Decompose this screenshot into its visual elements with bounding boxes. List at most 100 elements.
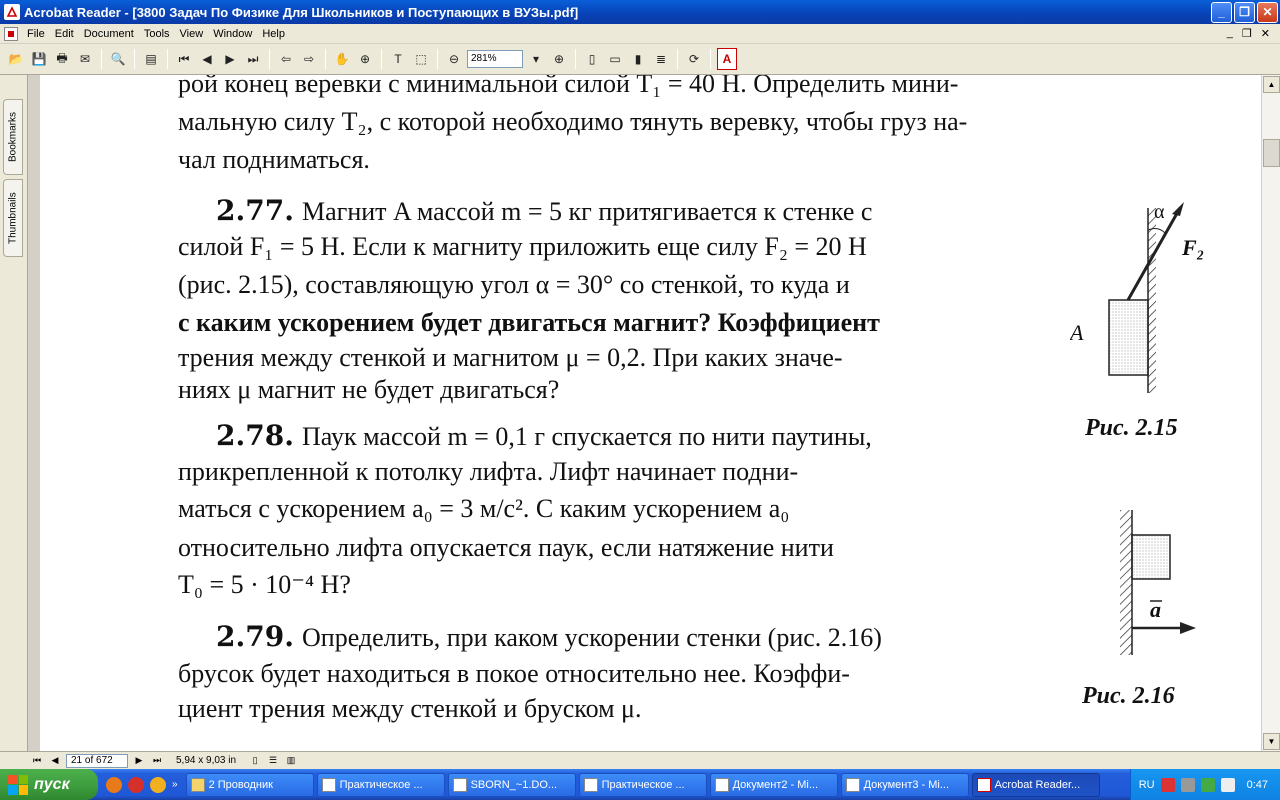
print-icon[interactable]: 🖶 [52, 49, 72, 69]
minimize-button[interactable]: _ [1211, 1, 1232, 23]
menu-tools[interactable]: Tools [139, 24, 175, 44]
document-icon[interactable] [4, 26, 18, 41]
fit-page-icon[interactable]: ▭ [605, 49, 625, 69]
single-page-icon[interactable]: ▯ [248, 754, 262, 768]
start-label: пуск [34, 775, 70, 793]
doc-restore-icon[interactable]: ❐ [1242, 27, 1252, 40]
text-line: Определить, при каком ускорении стенки (… [302, 623, 882, 652]
scroll-up-icon[interactable]: ▲ [1263, 76, 1280, 93]
acrobat-icon [976, 777, 991, 792]
task-acrobat[interactable]: Acrobat Reader... [971, 772, 1100, 797]
previous-page-icon[interactable]: ◀ [197, 49, 217, 69]
next-page-icon[interactable]: ▶ [132, 754, 146, 768]
doc-close-icon[interactable]: ✕ [1261, 27, 1270, 40]
word-icon [845, 777, 860, 792]
email-icon[interactable]: ✉ [75, 49, 95, 69]
word-icon [452, 777, 467, 792]
word-icon [583, 777, 598, 792]
toolbar-separator [710, 49, 711, 69]
restore-button[interactable]: ❐ [1234, 1, 1255, 23]
problem-number: 2.78. [216, 419, 294, 452]
task-explorer[interactable]: 2 Проводник [185, 772, 314, 797]
tray-icon[interactable] [1200, 777, 1215, 792]
menu-window[interactable]: Window [208, 24, 257, 44]
show-navigation-pane-icon[interactable]: ▤ [141, 49, 161, 69]
menu-view[interactable]: View [175, 24, 209, 44]
magnet-block [1108, 299, 1149, 376]
continuous-icon[interactable]: ☰ [266, 754, 280, 768]
language-indicator[interactable]: RU [1139, 779, 1155, 791]
vertical-scrollbar[interactable]: ▲ ▼ [1261, 75, 1280, 751]
task-word-1[interactable]: Практическое ... [316, 772, 445, 797]
last-page-icon[interactable]: ⏭ [243, 49, 263, 69]
text-line: чал подниматься. [178, 145, 370, 174]
zoom-in-tool-icon[interactable]: ⊕ [355, 49, 375, 69]
zoom-dropdown-icon[interactable]: ▾ [526, 49, 546, 69]
label-f2: F₂ [1181, 235, 1204, 260]
thumbnails-tab[interactable]: Thumbnails [3, 179, 23, 257]
next-page-icon[interactable]: ▶ [220, 49, 240, 69]
text-line: Паук массой m = 0,1 г спускается по нити… [302, 422, 872, 451]
firefox-icon[interactable] [106, 776, 122, 793]
scroll-down-icon[interactable]: ▼ [1263, 733, 1280, 750]
text-line: Магнит A массой m = 5 кг притягивается к… [302, 197, 873, 226]
menu-file[interactable]: File [22, 24, 50, 44]
zoom-level-field[interactable]: 281% [467, 50, 523, 68]
previous-page-icon[interactable]: ◀ [48, 754, 62, 768]
menu-document[interactable]: Document [79, 24, 139, 44]
menu-edit[interactable]: Edit [50, 24, 79, 44]
volume-icon[interactable] [1220, 777, 1235, 792]
rotate-view-icon[interactable]: ⟳ [684, 49, 704, 69]
text-line: мальную силу T₂, с которой необходимо тя… [178, 107, 968, 136]
text-line: относительно лифта опускается паук, если… [178, 533, 834, 562]
first-page-icon[interactable]: ⏮ [30, 754, 44, 768]
document-window-controls: _ ❐ ✕ [1227, 27, 1280, 40]
previous-view-icon[interactable]: ⇦ [276, 49, 296, 69]
tray-icon[interactable] [1180, 777, 1195, 792]
next-view-icon[interactable]: ⇨ [299, 49, 319, 69]
snapshot-tool-icon[interactable]: ⬚ [411, 49, 431, 69]
tray-icon[interactable] [1160, 777, 1175, 792]
last-page-icon[interactable]: ⏭ [150, 754, 164, 768]
zoom-in-icon[interactable]: ⊕ [549, 49, 569, 69]
text-line: ниях μ магнит не будет двигаться? [178, 375, 560, 404]
close-button[interactable]: ✕ [1257, 1, 1278, 23]
doc-minimize-icon[interactable]: _ [1227, 27, 1233, 40]
media-icon[interactable] [150, 776, 166, 793]
task-word-5[interactable]: Документ3 - Mi... [840, 772, 969, 797]
task-word-2[interactable]: SBORN_~1.DO... [447, 772, 576, 797]
menu-bar: File Edit Document Tools View Window Hel… [0, 24, 1280, 44]
hand-tool-icon[interactable]: ✋ [332, 49, 352, 69]
task-word-3[interactable]: Практическое ... [578, 772, 707, 797]
text-line: маться с ускорением a₀ = 3 м/с². С каким… [178, 494, 790, 523]
page-number-field[interactable]: 21 of 672 [66, 753, 128, 768]
zoom-out-icon[interactable]: ⊖ [444, 49, 464, 69]
save-icon[interactable]: 💾 [29, 49, 49, 69]
scroll-thumb[interactable] [1263, 139, 1280, 167]
toolbar-separator [101, 49, 102, 69]
first-page-icon[interactable]: ⏮ [174, 49, 194, 69]
text-line: рой конец веревки с минимальной силой T₁… [178, 75, 959, 98]
actual-size-icon[interactable]: ▯ [582, 49, 602, 69]
problem-number: 2.79. [216, 620, 294, 653]
word-icon [714, 777, 729, 792]
continuous-facing-icon[interactable]: ▥ [284, 754, 298, 768]
reflow-icon[interactable]: ≣ [651, 49, 671, 69]
bookmarks-tab[interactable]: Bookmarks [3, 99, 23, 175]
opera-icon[interactable] [128, 776, 144, 793]
folder-icon [190, 777, 205, 792]
menu-help[interactable]: Help [257, 24, 290, 44]
start-button[interactable]: пуск [0, 769, 98, 800]
task-word-4[interactable]: Документ2 - Mi... [709, 772, 838, 797]
fit-width-icon[interactable]: ▮ [628, 49, 648, 69]
text-select-tool-icon[interactable]: T [388, 49, 408, 69]
status-bar: ⏮ ◀ 21 of 672 ▶ ⏭ 5,94 x 9,03 in ▯ ☰ ▥ [0, 751, 1280, 769]
find-icon[interactable]: 🔍 [108, 49, 128, 69]
adobe-logo-icon[interactable]: A [717, 48, 737, 70]
open-icon[interactable]: 📂 [6, 49, 26, 69]
expand-quick-launch-icon[interactable]: » [172, 779, 178, 790]
figure-2-15: A α F₂ [1070, 201, 1204, 393]
navigation-pane: Bookmarks Thumbnails [0, 75, 28, 751]
clock: 0:47 [1246, 778, 1268, 791]
quick-launch: » [106, 776, 178, 793]
